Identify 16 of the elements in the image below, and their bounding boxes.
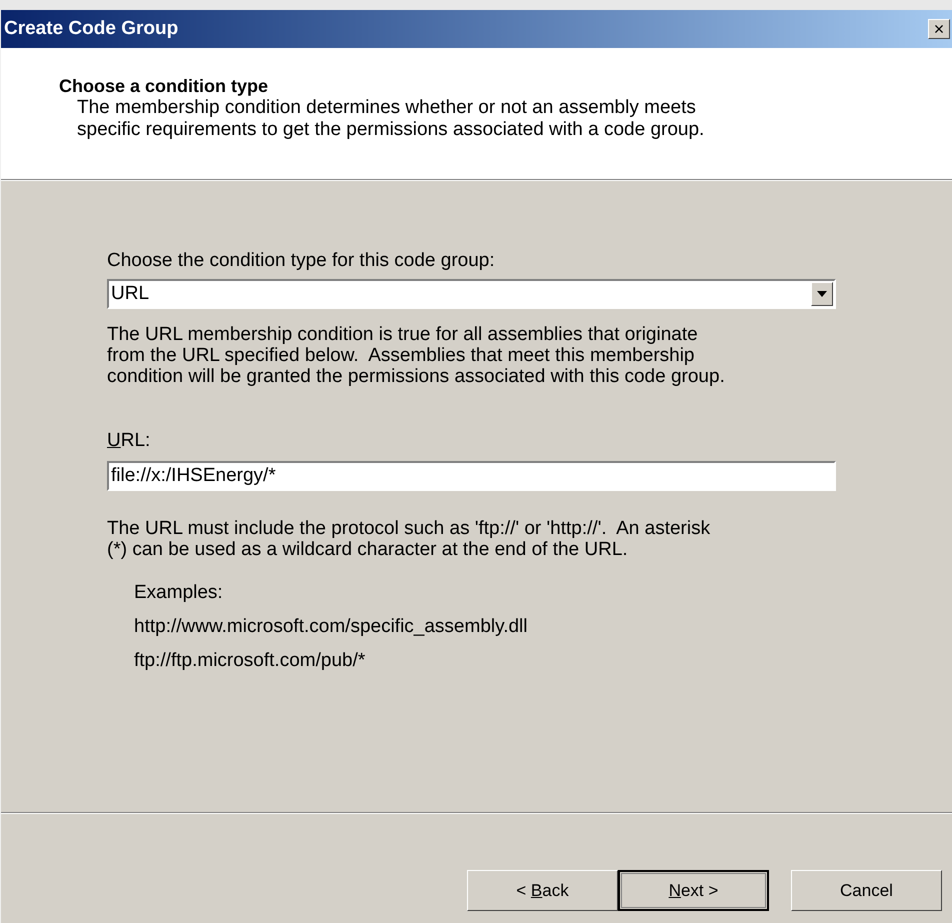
example-text: http://www.microsoft.com/specific_assembly.dll — [134, 616, 528, 638]
url-input[interactable]: file://x:/IHSEnergy/* — [107, 461, 836, 491]
example-text: Examples: — [134, 582, 223, 604]
page-description: The membership condition determines whether or not an assembly meets specific requirements to get the permissions associated with a code group. — [77, 97, 706, 141]
field-label: Choose the condition type for this code group: — [107, 250, 496, 272]
condition-dropdown[interactable]: URL — [107, 279, 836, 309]
wizard-button[interactable]: Cancel — [791, 870, 942, 911]
condition-description: The URL membership condition is true for all assemblies that originate from the URL specified below. Assemblies that meet this membership condition will be granted the permissions associated with this code group. — [107, 324, 726, 387]
close-button[interactable]: × — [928, 19, 950, 39]
field-label: URL: — [107, 430, 150, 452]
window-title: Create Code Group — [4, 16, 178, 41]
example-text: ftp://ftp.microsoft.com/pub/* — [134, 650, 366, 672]
url-help-text: The URL must include the protocol such as 'ftp://' or 'http://'. An asterisk (*) can be used as a wildcard character at the end of the URL. — [107, 518, 712, 560]
wizard-button[interactable]: Next > — [618, 870, 769, 911]
page-heading: Choose a condition type — [59, 75, 270, 97]
wizard-button[interactable]: < Back — [467, 870, 618, 911]
